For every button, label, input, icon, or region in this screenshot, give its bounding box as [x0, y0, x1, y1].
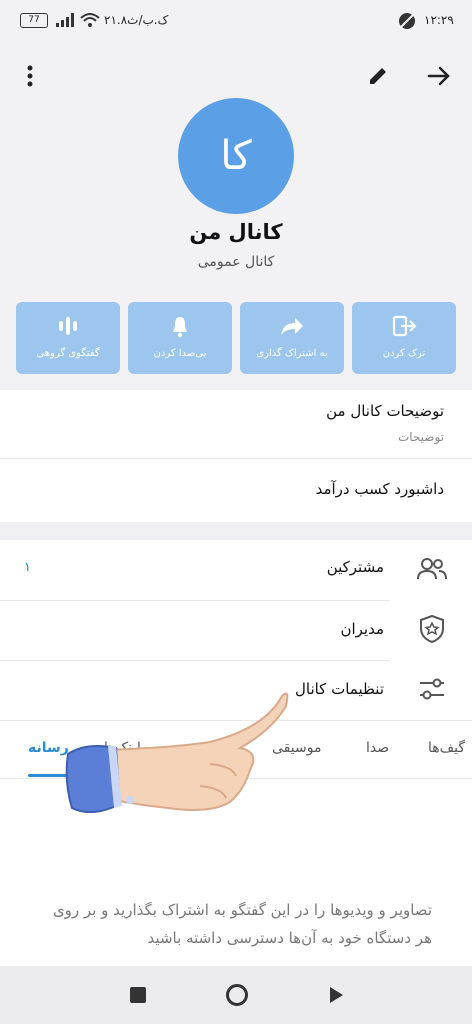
- description-label: توضیحات: [397, 430, 444, 444]
- voice-chat-icon: [57, 312, 79, 340]
- network-speed: ۲۱.۸ک.ب/ث: [104, 13, 169, 27]
- bell-icon: [169, 312, 191, 340]
- channel-avatar[interactable]: کا: [178, 98, 294, 214]
- dnd-icon: [399, 13, 415, 29]
- wifi-icon: [80, 13, 100, 27]
- divider: [0, 458, 472, 459]
- back-arrow-icon[interactable]: [424, 62, 454, 90]
- admins-row[interactable]: مدیران: [0, 600, 472, 660]
- revenue-dashboard[interactable]: داشبورد کسب درآمد: [316, 480, 444, 498]
- section-gap: [0, 522, 472, 540]
- channel-type: کانال عمومی: [197, 254, 275, 270]
- recent-apps-icon[interactable]: [130, 987, 146, 1003]
- mute-label: بی‌صدا کردن: [153, 348, 207, 359]
- share-icon: [279, 312, 305, 340]
- voice-chat-label: گفتگوی گروهی: [36, 348, 100, 359]
- shield-star-icon: [420, 614, 444, 644]
- description-value: توضیحات کانال من: [326, 402, 444, 420]
- tab-gifs[interactable]: گیف‌ها: [428, 740, 465, 756]
- voice-chat-button[interactable]: گفتگوی گروهی: [16, 302, 120, 374]
- battery-level: 77: [28, 15, 40, 25]
- signal-icon: [56, 13, 74, 27]
- tab-voice[interactable]: صدا: [366, 740, 389, 756]
- exit-icon: [391, 312, 417, 340]
- leave-button[interactable]: ترک کردن: [352, 302, 456, 374]
- empty-media-text: تصاویر و ویدیوها را در این گفتگو به اشتر…: [52, 901, 432, 947]
- channel-name: کانال من: [189, 220, 283, 244]
- more-options-icon[interactable]: [18, 62, 42, 90]
- clock: ۱۲:۲۹: [424, 13, 454, 27]
- edit-icon[interactable]: [364, 62, 392, 90]
- system-nav-bar: [0, 966, 472, 1024]
- home-icon[interactable]: [226, 984, 248, 1006]
- share-label: به اشتراک گذاری: [256, 348, 328, 359]
- admins-label: مدیران: [340, 620, 384, 638]
- subscribers-row[interactable]: ۱ مشترکین: [0, 540, 472, 600]
- leave-label: ترک کردن: [382, 348, 426, 359]
- subscribers-count: ۱: [24, 560, 31, 575]
- status-bar: 77 ۲۱.۸ک.ب/ث ۱۲:۲۹: [0, 0, 472, 40]
- people-icon: [417, 558, 447, 580]
- avatar-initials: کا: [220, 133, 252, 179]
- pointing-hand-icon: [65, 692, 289, 814]
- battery-icon: 77: [20, 13, 48, 28]
- back-triangle-icon[interactable]: [328, 986, 344, 1004]
- subscribers-label: مشترکین: [326, 558, 384, 576]
- share-button[interactable]: به اشتراک گذاری: [240, 302, 344, 374]
- sliders-icon: [420, 678, 444, 700]
- mute-button[interactable]: بی‌صدا کردن: [128, 302, 232, 374]
